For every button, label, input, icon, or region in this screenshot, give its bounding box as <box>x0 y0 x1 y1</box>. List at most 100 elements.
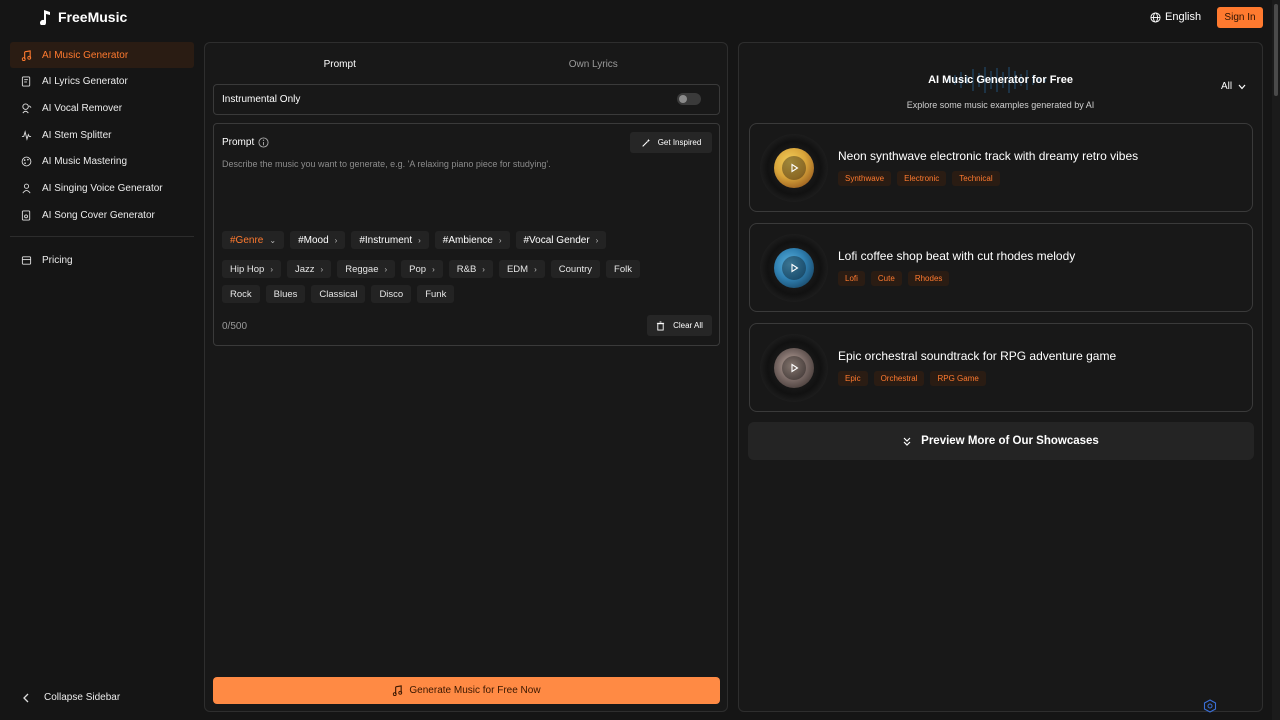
sidebar-item-pricing[interactable]: Pricing <box>10 247 194 273</box>
genre-chip[interactable]: Pop › <box>401 260 443 278</box>
page-scrollbar-thumb[interactable] <box>1274 4 1278 96</box>
preview-more-button[interactable]: Preview More of Our Showcases <box>748 422 1254 460</box>
chevron-right-icon: › <box>270 264 273 274</box>
instrumental-only-toggle[interactable] <box>677 93 701 105</box>
music-note-icon <box>393 685 403 696</box>
magic-wand-icon <box>641 138 650 147</box>
showcase-card-title: Epic orchestral soundtrack for RPG adven… <box>838 349 1117 363</box>
sidebar-item-ai-music-mastering[interactable]: AI Music Mastering <box>10 149 194 175</box>
sidebar-item-ai-song-cover-generator[interactable]: AI Song Cover Generator <box>10 202 194 228</box>
collapse-sidebar-button[interactable]: Collapse Sidebar <box>22 692 120 703</box>
showcase-card[interactable]: Neon synthwave electronic track with dre… <box>749 123 1253 212</box>
sign-in-button[interactable]: Sign In <box>1217 7 1263 28</box>
chevron-down-icon <box>1238 84 1246 89</box>
showcase-card-tags: Synthwave Electronic Technical <box>838 171 1000 186</box>
sidebar-item-ai-stem-splitter[interactable]: AI Stem Splitter <box>10 122 194 148</box>
genre-chip[interactable]: Classical <box>311 285 366 303</box>
tag-badge[interactable]: Epic <box>838 371 868 386</box>
showcase-subtitle: Explore some music examples generated by… <box>906 100 1095 110</box>
tag-badge[interactable]: Rhodes <box>907 271 950 286</box>
play-icon[interactable] <box>782 356 806 380</box>
genre-chip[interactable]: R&B › <box>448 260 493 278</box>
brand-logo[interactable]: FreeMusic <box>38 9 127 25</box>
assistant-icon[interactable] <box>1203 699 1217 713</box>
vocal-icon <box>22 103 32 114</box>
genre-chip-label: Pop <box>409 263 427 275</box>
sidebar-item-ai-vocal-remover[interactable]: AI Vocal Remover <box>10 95 194 121</box>
tag-badge[interactable]: Synthwave <box>838 171 892 186</box>
genre-chip-label: Jazz <box>295 263 315 275</box>
mastering-icon <box>21 156 32 167</box>
genre-chip-label: Hip Hop <box>230 263 265 275</box>
showcase-card[interactable]: Lofi coffee shop beat with cut rhodes me… <box>749 223 1253 312</box>
clear-all-label: Clear All <box>673 321 703 330</box>
category-chip-label: #Genre <box>230 234 264 246</box>
trash-icon <box>656 321 665 331</box>
generate-music-button[interactable]: Generate Music for Free Now <box>213 677 720 704</box>
category-chip-genre[interactable]: #Genre ⌄ <box>222 231 285 249</box>
mode-tabs: Prompt Own Lyrics <box>213 51 720 77</box>
category-chip-vocal-gender[interactable]: #Vocal Gender › <box>515 231 607 249</box>
category-chip-mood[interactable]: #Mood › <box>290 231 346 249</box>
genre-chip[interactable]: Funk <box>417 285 455 303</box>
genre-chip-label: R&B <box>456 263 477 275</box>
prompt-input[interactable] <box>222 159 710 229</box>
genre-chip[interactable]: Jazz › <box>287 260 332 278</box>
singer-icon <box>22 183 31 194</box>
category-chips: #Genre ⌄ #Mood › #Instrument › #Ambience › #… <box>222 231 607 249</box>
showcase-filter-dropdown[interactable]: All <box>1221 81 1246 92</box>
play-icon[interactable] <box>782 156 806 180</box>
music-note-icon <box>40 10 50 25</box>
get-inspired-button[interactable]: Get Inspired <box>630 132 712 153</box>
stem-icon <box>21 129 32 141</box>
clear-all-button[interactable]: Clear All <box>647 315 712 336</box>
sidebar-item-ai-lyrics-generator[interactable]: AI Lyrics Generator <box>10 69 194 95</box>
tab-prompt[interactable]: Prompt <box>213 51 467 77</box>
category-chip-label: #Instrument <box>359 234 413 246</box>
play-icon[interactable] <box>782 256 806 280</box>
chevron-right-icon: › <box>320 264 324 274</box>
genre-chip-label: Disco <box>379 288 404 300</box>
genre-chip[interactable]: Hip Hop › <box>222 260 281 278</box>
lyrics-icon <box>21 76 31 87</box>
cover-icon <box>21 210 31 221</box>
sidebar: AI Music Generator AI Lyrics Generator A… <box>10 42 194 274</box>
chevron-right-icon: › <box>498 235 502 245</box>
genre-chip[interactable]: Rock <box>222 285 260 303</box>
info-icon[interactable] <box>258 137 269 148</box>
page-scrollbar[interactable] <box>1272 0 1280 720</box>
genre-chip[interactable]: Reggae › <box>337 260 396 278</box>
tag-badge[interactable]: Electronic <box>897 171 947 186</box>
genre-chip[interactable]: Blues <box>265 285 306 303</box>
sidebar-item-ai-singing-voice-generator[interactable]: AI Singing Voice Generator <box>10 175 194 201</box>
category-chip-label: #Mood <box>298 234 329 246</box>
category-chip-instrument[interactable]: #Instrument › <box>351 231 429 249</box>
tag-badge[interactable]: Orchestral <box>873 371 925 386</box>
sidebar-item-ai-music-generator[interactable]: AI Music Generator <box>10 42 194 68</box>
tag-badge[interactable]: RPG Game <box>930 371 986 386</box>
genre-chip[interactable]: Country <box>550 260 601 278</box>
showcase-card[interactable]: Epic orchestral soundtrack for RPG adven… <box>749 323 1253 412</box>
tab-own-lyrics[interactable]: Own Lyrics <box>467 51 721 77</box>
genre-chip[interactable]: Folk <box>606 260 640 278</box>
tag-badge[interactable]: Cute <box>870 271 902 286</box>
tag-badge[interactable]: Lofi <box>838 271 865 286</box>
tag-badge[interactable]: Technical <box>952 171 1000 186</box>
genre-chip[interactable]: EDM › <box>498 260 545 278</box>
chevron-left-icon <box>23 693 29 702</box>
brand-name: FreeMusic <box>58 9 128 25</box>
language-label: English <box>1165 11 1202 23</box>
category-chip-ambience[interactable]: #Ambience › <box>434 231 510 249</box>
character-counter: 0/500 <box>222 321 248 332</box>
generate-music-label: Generate Music for Free Now <box>409 685 541 696</box>
generator-panel: Prompt Own Lyrics Instrumental Only Prom… <box>204 42 728 712</box>
genre-chip[interactable]: Disco <box>371 285 412 303</box>
category-chip-label: #Ambience <box>442 234 493 246</box>
sidebar-item-label: AI Vocal Remover <box>42 102 123 114</box>
genre-chip-label: Folk <box>614 263 632 275</box>
sidebar-divider <box>10 236 194 238</box>
chevron-right-icon: › <box>534 264 537 274</box>
instrumental-only-row: Instrumental Only <box>213 84 720 115</box>
genre-chips-row-1: Hip Hop › Jazz › Reggae › Pop › R&B › EDM › Country F… <box>222 260 640 278</box>
language-selector[interactable]: English <box>1150 11 1201 23</box>
